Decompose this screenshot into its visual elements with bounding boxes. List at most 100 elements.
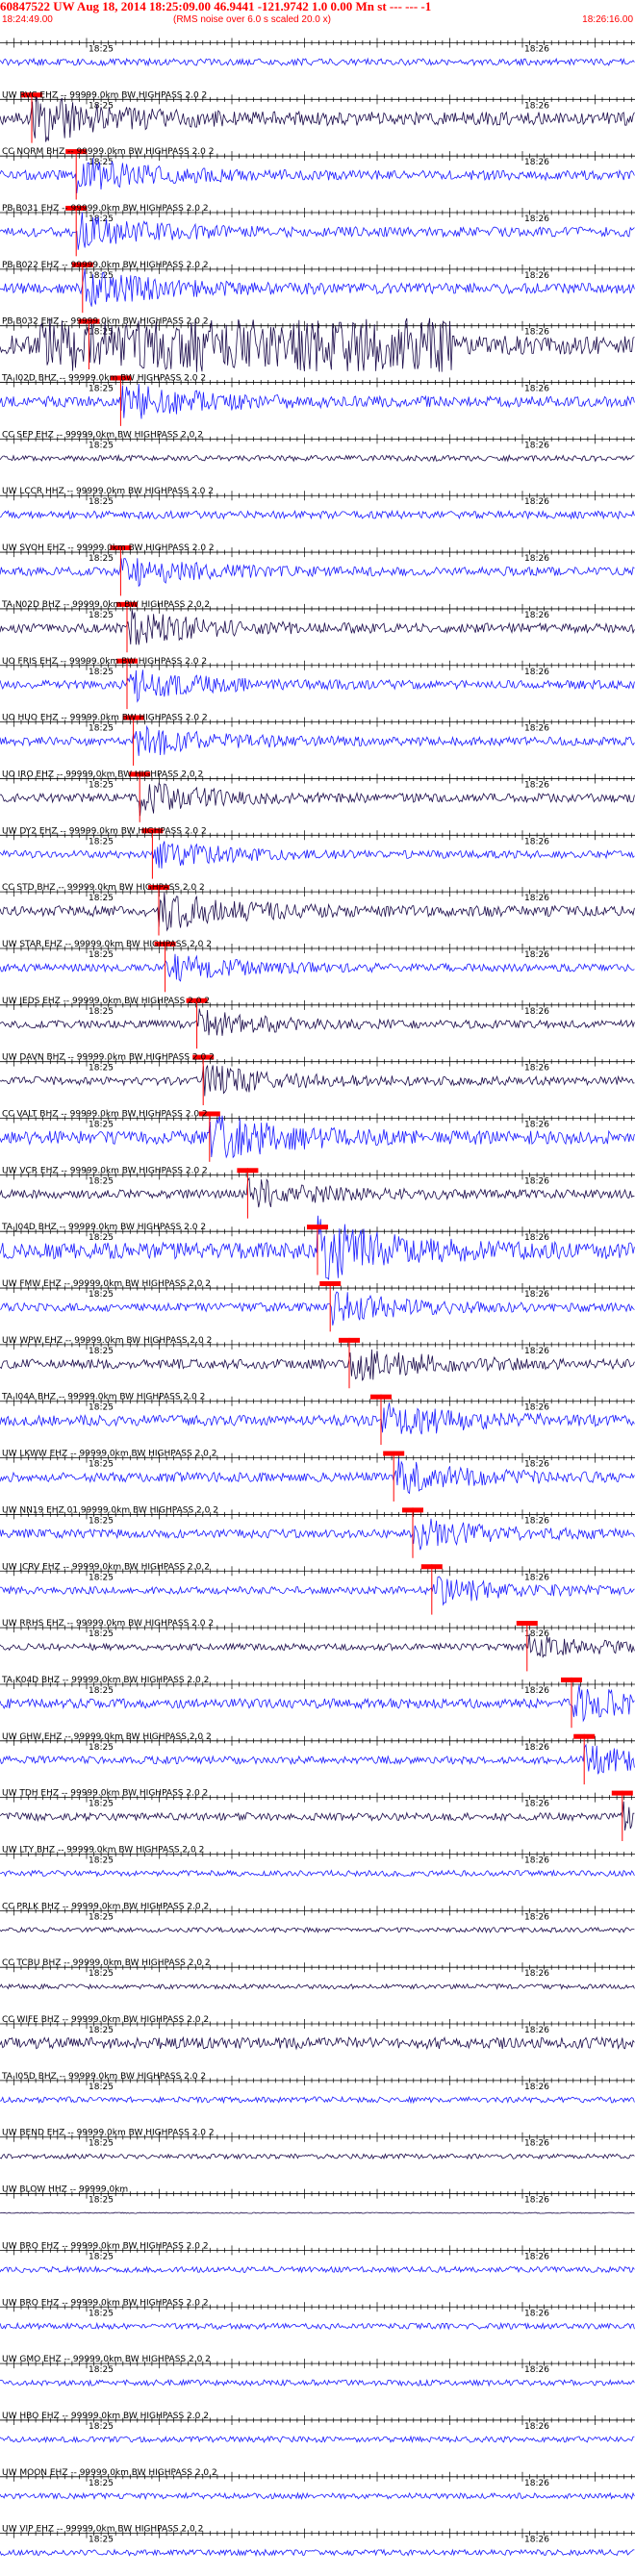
trace-row: 18:25 18:26 TA I02D BHZ -- 99999.0km BW HI…: [0, 374, 635, 426]
time-tick-label: 18:26: [524, 215, 549, 224]
time-tick-label: 18:26: [524, 1743, 549, 1753]
station-label: UW VCR EHZ -- 99999.0km BW HIGHPASS 2.0 …: [2, 1166, 208, 1175]
time-tick-label: 18:26: [524, 2139, 549, 2149]
time-tick-label: 18:25: [89, 1969, 114, 1979]
time-tick-label: 18:25: [89, 328, 114, 338]
station-label: UW TDH EHZ -- 99999.0km BW HIGHPASS 2.0 …: [2, 1789, 208, 1799]
waveform-trace: [0, 1926, 635, 1934]
trace-row: 18:25 18:26 TA I04A BHZ -- 99999.0km BW HI…: [0, 1393, 635, 1446]
time-tick-label: 18:26: [524, 780, 549, 790]
trace-row: 18:25 18:26 UW LTY BHZ -- 99999.0km BW HIG…: [0, 1845, 635, 1878]
trace-row: 18:25 18:26CC NORM BHZ -- 99999.0km BW HI…: [0, 147, 635, 200]
station-label: CC PRLK BHZ -- 99999.0km BW HIGHPASS 2.0…: [2, 1902, 209, 1911]
station-label: TA N02D BHZ -- 99999.0km BW HIGHPASS 2.0…: [1, 600, 210, 610]
time-tick-label: 18:26: [524, 497, 549, 507]
time-tick-label: 18:25: [89, 2083, 114, 2092]
trace-row: 18:25 18:26 UW JCRV EHZ -- 99999.0km BW HI…: [0, 1562, 635, 1615]
station-label: PB B031 EHZ -- 99999.0km BW HIGHPASS 2.0…: [2, 204, 209, 214]
time-tick-label: 18:26: [524, 2026, 549, 2035]
trace-row: 18:25 18:26 CC SEP EHZ -- 99999.0km BW HIG…: [0, 430, 635, 463]
station-label: UW BRO EHZ -- 99999.0km BW HIGHPASS 2.0 …: [2, 2298, 209, 2308]
trace-row: 18:25 18:26 UW NN19 EHZ 01 99999.0km BW HI…: [0, 1505, 635, 1558]
station-label: UW DAVN BHZ -- 99999.0km BW HIGHPASS 2.0…: [2, 1053, 215, 1063]
time-tick-label: 18:25: [89, 44, 114, 54]
trace-row: 18:25 18:26 UW TDH EHZ -- 99999.0km BW HIG…: [0, 1789, 635, 1841]
trace-row: 18:25 18:26 UW FMW EHZ -- 99999.0km BW HIG…: [0, 1279, 635, 1332]
time-tick-label: 18:26: [524, 1573, 549, 1582]
station-label: CC STD BHZ -- 99999.0km BW HIGHPASS 2.0 …: [2, 883, 205, 893]
station-label: UW WPW EHZ -- 99999.0km BW HIGHPASS 2.0 …: [2, 1336, 212, 1346]
trace-row: 18:25 18:26 UW MOON EHZ -- 99999.0km BW HI…: [0, 2468, 635, 2501]
time-tick-label: 18:25: [89, 1176, 114, 1186]
station-label: CC SEP EHZ -- 99999.0km BW HIGHPASS 2.0 …: [2, 430, 203, 440]
time-tick-label: 18:25: [89, 554, 114, 564]
time-tick-label: 18:26: [524, 2309, 549, 2318]
trace-row: 18:25 18:26 UW LCCR HHZ -- 99999.0km BW HI…: [0, 487, 635, 520]
time-tick-label: 18:26: [524, 2479, 549, 2488]
time-tick-label: 18:25: [89, 668, 114, 677]
time-tick-label: 18:26: [524, 2083, 549, 2092]
time-tick-label: 18:26: [524, 1516, 549, 1526]
trace-row: 18:25 18:26 UW JEDS EHZ -- 99999.0km BW HI…: [0, 997, 635, 1049]
station-label: UW STAR EHZ -- 99999.0km BW HIGHPASS 2.0…: [2, 940, 212, 949]
time-tick-label: 18:25: [89, 724, 114, 734]
time-tick-label: 18:26: [524, 441, 549, 450]
trace-row: 18:25 18:26 UW BLOW HHZ -- 99999.0km: [0, 2185, 635, 2214]
time-tick-label: 18:25: [89, 2026, 114, 2035]
station-label: TA J04D BHZ -- 99999.0km BW HIGHPASS 2.0…: [1, 1223, 206, 1232]
time-tick-label: 18:25: [89, 1403, 114, 1413]
trace-row: 18:25 18:26 TA K04D BHZ -- 99999.0km BW HI…: [0, 1676, 635, 1729]
trace-row: 18:25 18:26 UO FRIS EHZ -- 99999.0km BW HI…: [0, 657, 635, 710]
time-tick-label: 18:26: [524, 724, 549, 734]
time-tick-label: 18:26: [524, 950, 549, 960]
waveform-trace: [0, 2035, 635, 2051]
time-tick-label: 18:25: [89, 1686, 114, 1696]
station-label: UO IRO EHZ -- 99999.0km BW HIGHPASS 2.0 …: [2, 770, 203, 779]
time-tick-label: 18:25: [89, 2536, 114, 2545]
time-tick-label: 18:25: [89, 1233, 114, 1243]
waveform-trace: [0, 57, 635, 67]
time-tick-label: 18:26: [524, 1347, 549, 1356]
trace-row: 18:25 18:26 CC TCBU BHZ -- 99999.0km BW HI…: [0, 1958, 635, 1990]
station-label: UW LTY BHZ -- 99999.0km BW HIGHPASS 2.0 …: [2, 1845, 204, 1855]
time-tick-label: 18:25: [89, 2365, 114, 2375]
station-label: PB B022 EHZ -- 99999.0km BW HIGHPASS 2.0…: [2, 261, 209, 270]
station-label: UW BLOW HHZ -- 99999.0km: [2, 2185, 128, 2195]
waveform-trace: [0, 2211, 635, 2214]
waveform-trace: [0, 2321, 635, 2331]
station-label: UW RRHS EHZ -- 99999.0km BW HIGHPASS 2.0…: [2, 1619, 214, 1629]
waveform-trace: [0, 1983, 635, 1990]
station-label: UW GMO EHZ -- 99999.0km BW HIGHPASS 2.0 …: [2, 2355, 211, 2364]
trace-row: 18:25 18:26 UW VCR EHZ -- 99999.0km BW HIG…: [0, 1166, 635, 1219]
time-tick-label: 18:26: [524, 894, 549, 903]
time-tick-label: 18:26: [524, 1064, 549, 1073]
waveform-trace: [0, 453, 635, 463]
station-label: CC NORM BHZ -- 99999.0km BW HIGHPASS 2.0…: [2, 147, 214, 157]
trace-row: 18:25 18:26 UO IRO EHZ -- 99999.0km BW HIG…: [0, 770, 635, 822]
waveform-trace: [0, 509, 635, 520]
trace-row: 18:25 18:26 UW SVOH EHZ -- 99999.0km BW HI…: [0, 543, 635, 596]
time-tick-label: 18:25: [89, 1800, 114, 1809]
time-tick-label: 18:26: [524, 1969, 549, 1979]
waveform-trace: [0, 2548, 635, 2557]
time-tick-label: 18:26: [524, 1686, 549, 1696]
station-label: TA I04A BHZ -- 99999.0km BW HIGHPASS 2.0…: [1, 1393, 205, 1402]
time-tick-label: 18:25: [89, 1290, 114, 1300]
trace-row: 18:25 18:26 TA J04D BHZ -- 99999.0km BW HI…: [0, 1215, 635, 1280]
time-tick-label: 18:26: [524, 101, 549, 111]
time-tick-label: 18:25: [89, 2196, 114, 2206]
time-tick-label: 18:25: [89, 1743, 114, 1753]
time-tick-label: 18:26: [524, 2196, 549, 2206]
trace-row: 18:25 18:26 UW HBO EHZ -- 99999.0km BW HIG…: [0, 2412, 635, 2444]
waveform-trace: [0, 2153, 635, 2160]
trace-row: 18:25 18:26 PB B032 EHZ -- 99999.0km BW HI…: [0, 317, 635, 372]
station-label: UW DY2 EHZ -- 99999.0km BW HIGHPASS 2.0 …: [2, 826, 207, 836]
station-label: UW LKWW EHZ -- 99999.0km BW HIGHPASS 2.0…: [2, 1450, 216, 1459]
trace-row: 18:25 18:26 UW VIP EHZ -- 99999.0km BW HIG…: [0, 2525, 635, 2557]
waveform-trace: [0, 2491, 635, 2501]
time-tick-label: 18:26: [524, 1800, 549, 1809]
time-tick-label: 18:26: [524, 1912, 549, 1922]
waveform-trace: [0, 1869, 635, 1878]
time-tick-label: 18:26: [524, 2252, 549, 2261]
trace-row: 18:25 18:26 UW BEND EHZ -- 99999.0km BW HI…: [0, 2129, 635, 2160]
